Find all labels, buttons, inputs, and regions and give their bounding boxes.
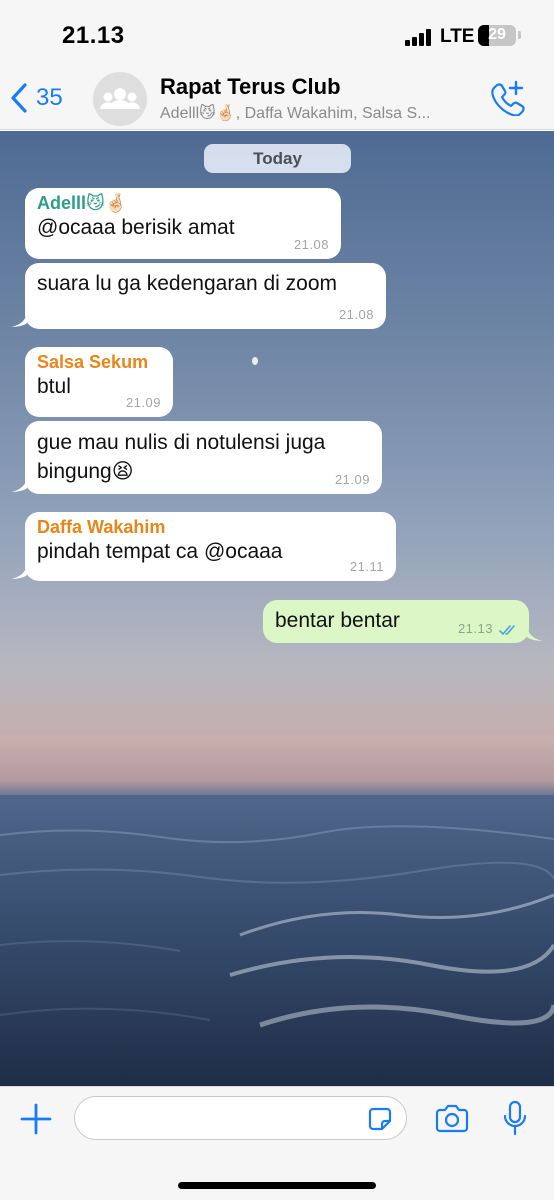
message-time: 21.11 (349, 559, 384, 574)
bubble-tail (11, 311, 27, 327)
microphone-icon (503, 1100, 527, 1136)
message-bubble[interactable]: gue mau nulis di notulensi juga bingung😫… (25, 421, 382, 494)
message-time: 21.09 (125, 395, 161, 410)
battery-level: 29 (488, 26, 506, 43)
camera-icon (435, 1104, 469, 1133)
bubble-tail (11, 476, 27, 492)
message-text: gue mau nulis di notulensi juga bingung😫 (37, 431, 326, 483)
plus-icon (20, 1103, 52, 1135)
message-sender[interactable]: Daffa Wakahim (37, 517, 384, 538)
input-bar (0, 1086, 554, 1200)
moon-decoration (252, 357, 258, 365)
voice-message-button[interactable] (501, 1100, 529, 1138)
message-time: 21.08 (338, 307, 374, 322)
sticker-icon (368, 1107, 392, 1131)
chevron-left-icon (11, 83, 27, 113)
message-text: @ocaaa berisik amat (37, 216, 235, 239)
sea-decoration (0, 795, 554, 1086)
sticker-button[interactable] (366, 1105, 394, 1133)
message-bubble[interactable]: Daffa Wakahim pindah tempat ca @ocaaa 21… (25, 512, 396, 581)
message-time: 21.09 (334, 472, 370, 487)
message-time: 21.08 (293, 237, 329, 252)
battery-icon: 29 (478, 25, 516, 46)
battery-cap (518, 31, 521, 39)
message-sender[interactable]: Adelll😼🤞🏻 (37, 193, 329, 214)
group-title[interactable]: Rapat Terus Club (160, 74, 341, 100)
camera-button[interactable] (434, 1104, 470, 1134)
bubble-tail (527, 625, 543, 641)
chat-header: 35 Rapat Terus Club Adelll😼🤞🏻, Daffa Wak… (0, 68, 554, 130)
read-receipt-icon (499, 625, 515, 636)
status-time: 21.13 (62, 22, 125, 49)
unread-chat-count: 35 (36, 84, 63, 111)
status-bar: 21.13 LTE 29 (0, 0, 554, 68)
bubble-tail (11, 563, 27, 579)
message-bubble-outgoing[interactable]: bentar bentar 21.13 (263, 600, 529, 643)
message-input[interactable] (74, 1096, 407, 1140)
back-button[interactable]: 35 (10, 78, 63, 118)
message-text: suara lu ga kedengaran di zoom (37, 272, 338, 295)
group-members[interactable]: Adelll😼🤞🏻, Daffa Wakahim, Salsa S... (160, 103, 480, 123)
message-time: 21.13 (457, 621, 493, 636)
network-type: LTE (440, 26, 475, 47)
add-call-icon (491, 80, 525, 117)
message-bubble[interactable]: Salsa Sekum btul 21.09 (25, 347, 173, 417)
group-avatar[interactable] (93, 72, 147, 126)
attach-button[interactable] (20, 1103, 52, 1135)
message-text: pindah tempat ca @ocaaa (37, 540, 283, 563)
signal-strength-icon (405, 28, 435, 46)
message-bubble[interactable]: suara lu ga kedengaran di zoom 21.08 (25, 263, 386, 329)
add-call-button[interactable] (490, 80, 526, 117)
message-sender[interactable]: Salsa Sekum (37, 352, 161, 373)
chat-wallpaper: Today Adelll😼🤞🏻 @ocaaa berisik amat 21.0… (0, 131, 554, 1086)
group-avatar-icon (100, 88, 140, 109)
home-indicator[interactable] (178, 1182, 376, 1189)
message-bubble[interactable]: Adelll😼🤞🏻 @ocaaa berisik amat 21.08 (25, 188, 341, 259)
date-separator: Today (204, 144, 351, 173)
